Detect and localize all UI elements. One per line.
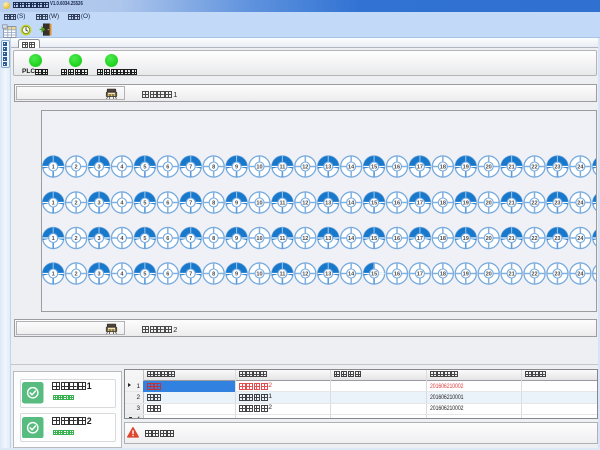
svg-text:19: 19 (463, 236, 469, 242)
svg-text:17: 17 (417, 272, 423, 278)
svg-text:10: 10 (256, 201, 262, 207)
svg-text:20: 20 (486, 165, 492, 171)
svg-text:8: 8 (212, 272, 215, 278)
svg-text:21: 21 (508, 236, 514, 242)
svg-text:21: 21 (508, 272, 514, 278)
svg-text:12: 12 (302, 236, 308, 242)
svg-text:11: 11 (279, 272, 285, 278)
svg-text:24: 24 (577, 165, 584, 171)
svg-text:13: 13 (325, 165, 331, 171)
svg-text:7: 7 (189, 236, 192, 242)
svg-text:9: 9 (235, 236, 238, 242)
svg-text:23: 23 (554, 272, 560, 278)
svg-text:2: 2 (75, 236, 78, 242)
svg-text:5: 5 (143, 272, 146, 278)
svg-text:15: 15 (371, 236, 377, 242)
svg-text:14: 14 (348, 272, 355, 278)
svg-text:24: 24 (577, 272, 584, 278)
svg-text:10: 10 (256, 272, 262, 278)
svg-text:16: 16 (394, 236, 400, 242)
svg-text:24: 24 (577, 236, 584, 242)
svg-text:5: 5 (143, 236, 146, 242)
svg-text:1: 1 (52, 165, 55, 171)
svg-text:14: 14 (348, 201, 355, 207)
svg-text:15: 15 (371, 201, 377, 207)
svg-text:13: 13 (325, 236, 331, 242)
svg-text:23: 23 (554, 165, 560, 171)
svg-text:16: 16 (394, 201, 400, 207)
svg-text:17: 17 (417, 236, 423, 242)
svg-text:13: 13 (325, 272, 331, 278)
svg-text:13: 13 (325, 201, 331, 207)
svg-text:14: 14 (348, 165, 355, 171)
svg-text:2: 2 (75, 201, 78, 207)
svg-text:20: 20 (486, 201, 492, 207)
svg-text:12: 12 (302, 165, 308, 171)
svg-text:3: 3 (97, 201, 100, 207)
svg-text:18: 18 (440, 236, 446, 242)
svg-text:7: 7 (189, 272, 192, 278)
svg-text:9: 9 (235, 165, 238, 171)
svg-text:22: 22 (531, 272, 537, 278)
svg-text:17: 17 (417, 165, 423, 171)
svg-text:7: 7 (189, 165, 192, 171)
svg-text:14: 14 (348, 236, 355, 242)
svg-text:21: 21 (508, 201, 514, 207)
svg-text:20: 20 (486, 272, 492, 278)
svg-text:1: 1 (52, 236, 55, 242)
svg-text:3: 3 (97, 165, 100, 171)
svg-text:6: 6 (166, 272, 169, 278)
svg-text:9: 9 (235, 201, 238, 207)
svg-text:3: 3 (97, 236, 100, 242)
svg-text:10: 10 (256, 236, 262, 242)
svg-text:11: 11 (279, 236, 285, 242)
svg-text:18: 18 (440, 272, 446, 278)
svg-text:6: 6 (166, 201, 169, 207)
svg-text:22: 22 (531, 165, 537, 171)
svg-text:23: 23 (554, 201, 560, 207)
svg-text:18: 18 (440, 165, 446, 171)
svg-text:8: 8 (212, 236, 215, 242)
svg-text:15: 15 (371, 272, 377, 278)
svg-text:20: 20 (486, 236, 492, 242)
svg-text:3: 3 (97, 272, 100, 278)
svg-text:5: 5 (143, 165, 146, 171)
svg-text:19: 19 (463, 272, 469, 278)
svg-text:19: 19 (463, 165, 469, 171)
svg-text:8: 8 (212, 165, 215, 171)
svg-text:11: 11 (279, 165, 285, 171)
svg-text:1: 1 (52, 201, 55, 207)
svg-text:12: 12 (302, 272, 308, 278)
svg-text:1: 1 (52, 272, 55, 278)
svg-text:10: 10 (256, 165, 262, 171)
svg-text:15: 15 (371, 165, 377, 171)
svg-text:11: 11 (279, 201, 285, 207)
svg-text:22: 22 (531, 201, 537, 207)
svg-text:8: 8 (212, 201, 215, 207)
svg-text:23: 23 (554, 236, 560, 242)
svg-text:2: 2 (75, 165, 78, 171)
svg-text:16: 16 (394, 272, 400, 278)
svg-text:19: 19 (463, 201, 469, 207)
svg-text:18: 18 (440, 201, 446, 207)
svg-text:5: 5 (143, 201, 146, 207)
svg-text:9: 9 (235, 272, 238, 278)
svg-text:7: 7 (189, 201, 192, 207)
svg-text:6: 6 (166, 165, 169, 171)
svg-text:22: 22 (531, 236, 537, 242)
svg-text:21: 21 (508, 165, 514, 171)
svg-text:6: 6 (166, 236, 169, 242)
svg-text:16: 16 (394, 165, 400, 171)
svg-text:24: 24 (577, 201, 584, 207)
svg-text:2: 2 (75, 272, 78, 278)
svg-text:17: 17 (417, 201, 423, 207)
svg-text:12: 12 (302, 201, 308, 207)
